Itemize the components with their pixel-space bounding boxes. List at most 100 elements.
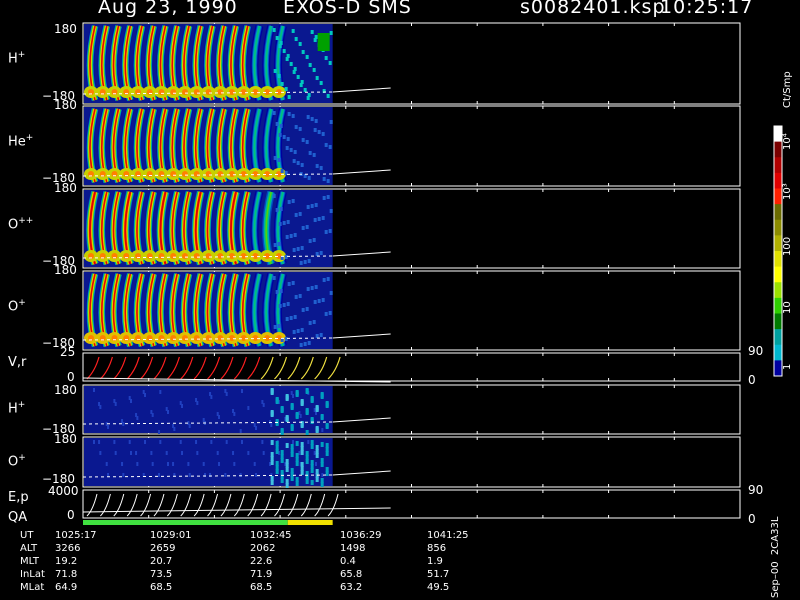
spectrogram-blob-core xyxy=(193,335,200,341)
streak xyxy=(188,473,191,477)
noise-cell xyxy=(321,216,325,220)
spectrogram-blob-core xyxy=(170,335,177,341)
noise-cell xyxy=(310,30,314,34)
noise-cell xyxy=(301,138,305,142)
streak xyxy=(209,392,212,396)
spectrogram-blob-core xyxy=(134,89,141,95)
energy-curve xyxy=(100,493,111,517)
energy-curve xyxy=(166,493,178,517)
noise-cell xyxy=(298,294,302,298)
footer-cell: 3266 xyxy=(55,543,81,554)
spectrogram-blob-core xyxy=(158,335,165,341)
noise-cell xyxy=(280,82,284,86)
noise-cell xyxy=(294,37,298,41)
spectrogram-blob-core xyxy=(264,253,271,259)
spectrogram-blob-core xyxy=(170,89,177,95)
trend-line xyxy=(332,169,391,175)
streak xyxy=(253,423,256,427)
energy-curve xyxy=(126,493,138,517)
panel-label-o-plus-low: O+ xyxy=(8,453,26,470)
noise-cell xyxy=(313,38,317,42)
noise-cell xyxy=(290,468,294,473)
noise-cell xyxy=(285,57,289,61)
qa-bar-good xyxy=(83,520,288,525)
noise-cell xyxy=(270,412,274,417)
noise-cell xyxy=(275,441,279,446)
streak xyxy=(298,411,301,415)
colorbar-swatch xyxy=(774,219,782,236)
noise-cell xyxy=(310,286,314,290)
footer-cell: 68.5 xyxy=(150,582,173,593)
streak xyxy=(172,462,175,466)
green-patch xyxy=(317,33,330,51)
noise-cell xyxy=(295,414,299,419)
velocity-curve xyxy=(193,356,207,380)
panel-label-o-plus: O+ xyxy=(8,298,26,315)
noise-cell xyxy=(305,307,309,311)
noise-cell xyxy=(315,252,319,256)
streak xyxy=(241,440,243,444)
footer-row-label: InLat xyxy=(20,569,45,580)
noise-cell xyxy=(314,285,318,289)
noise-cell xyxy=(300,163,304,167)
spectrogram-blob-core xyxy=(228,335,235,341)
streak xyxy=(224,473,227,477)
spectrogram-blob-core xyxy=(170,171,177,177)
velocity-curve xyxy=(126,356,140,380)
noise-cell xyxy=(284,255,288,259)
noise-cell xyxy=(328,229,332,233)
noise-cell xyxy=(287,200,291,204)
noise-cell xyxy=(322,177,326,181)
noise-cell xyxy=(275,421,279,426)
streak xyxy=(167,462,169,466)
streak xyxy=(225,440,228,444)
noise-cell xyxy=(322,196,326,200)
noise-cell xyxy=(324,230,328,234)
noise-cell xyxy=(292,330,296,334)
velocity-curve xyxy=(300,356,314,380)
colorbar-swatch xyxy=(774,297,782,314)
streak xyxy=(321,428,324,432)
noise-cell xyxy=(305,410,309,415)
noise-cell xyxy=(294,213,298,217)
noise-cell xyxy=(325,443,329,448)
spectrogram-chart xyxy=(82,22,783,525)
footer-row-label: UT xyxy=(20,530,34,541)
footer-cell: 1029:01 xyxy=(150,530,192,541)
energy-curve xyxy=(193,493,205,517)
streak xyxy=(98,440,101,444)
panel-label-ep: E,p xyxy=(8,490,29,505)
colorbar-swatch xyxy=(774,266,782,283)
noise-cell xyxy=(293,315,297,319)
noise-cell xyxy=(328,145,332,149)
tick-180: 180 xyxy=(54,22,77,36)
noise-cell xyxy=(300,401,304,406)
streak xyxy=(121,462,124,466)
noise-cell xyxy=(325,424,329,429)
noise-cell xyxy=(296,161,300,165)
noise-cell xyxy=(289,234,293,238)
spectrogram-blob-core xyxy=(134,253,141,259)
spectrogram-blob-core xyxy=(205,171,212,177)
noise-cell xyxy=(317,217,321,221)
streak xyxy=(159,440,162,444)
trend-line xyxy=(82,507,391,513)
noise-cell xyxy=(310,419,314,424)
streak xyxy=(165,451,168,455)
noise-cell xyxy=(320,394,324,399)
footer-cell: 20.7 xyxy=(150,556,173,567)
noise-cell xyxy=(300,442,304,447)
streak xyxy=(144,440,147,444)
noise-cell xyxy=(293,150,297,154)
noise-cell xyxy=(314,119,318,123)
energy-curve xyxy=(314,493,326,517)
streak xyxy=(239,429,242,433)
footer-cell: 1.9 xyxy=(427,556,443,567)
footer-cell: 856 xyxy=(427,543,447,554)
footer-cell: 65.8 xyxy=(340,569,363,580)
streak xyxy=(195,398,198,402)
colorbar-swatch xyxy=(774,235,782,252)
noise-cell xyxy=(299,343,303,347)
streak xyxy=(136,462,139,466)
noise-cell xyxy=(320,415,324,420)
